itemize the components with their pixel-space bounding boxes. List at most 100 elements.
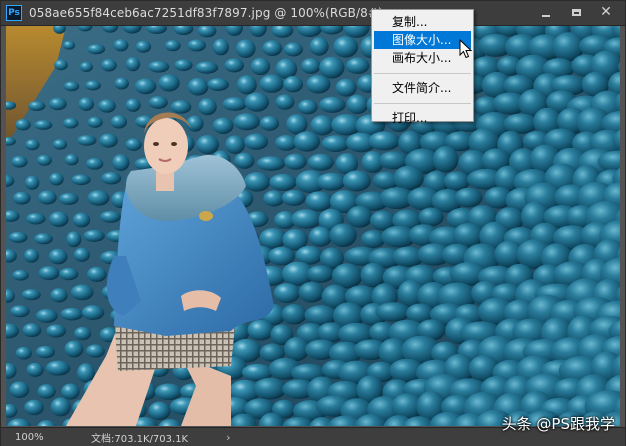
- pebble: [235, 39, 256, 58]
- pebble: [125, 138, 142, 151]
- pebble: [125, 57, 141, 72]
- pebble: [244, 92, 270, 112]
- document-title: 058ae655f84ceb6ac7251df83f7897.jpg @ 100…: [29, 6, 383, 20]
- pebble: [345, 57, 370, 74]
- pebble: [46, 324, 67, 338]
- pebble: [58, 192, 79, 205]
- maximize-button[interactable]: [563, 4, 589, 21]
- pebble: [273, 283, 301, 304]
- image-canvas[interactable]: [6, 26, 620, 426]
- pebble: [45, 360, 71, 376]
- pebble: [23, 248, 40, 263]
- pebble: [101, 172, 122, 185]
- pebble: [164, 40, 181, 52]
- pebble: [298, 281, 325, 303]
- pebble: [62, 40, 76, 50]
- pebble: [15, 346, 32, 360]
- pebble: [26, 362, 44, 377]
- pebble: [196, 135, 220, 155]
- pebble: [34, 120, 53, 130]
- menu-item-canvas-size[interactable]: 画布大小...: [372, 49, 473, 67]
- pebble: [26, 213, 46, 225]
- pebble: [21, 289, 41, 301]
- pebble: [418, 207, 444, 227]
- pebble: [135, 40, 152, 53]
- pebble: [8, 231, 28, 243]
- pebble: [212, 38, 229, 56]
- pebble: [49, 172, 64, 186]
- pebble: [37, 384, 56, 399]
- menu-item-duplicate[interactable]: 复制...: [372, 13, 473, 31]
- pebble: [77, 363, 95, 383]
- menu-item-file-info[interactable]: 文件简介...: [372, 79, 473, 97]
- pebble: [11, 155, 28, 168]
- pebble: [59, 267, 79, 281]
- zoom-level[interactable]: 100%: [1, 432, 45, 443]
- pebble: [87, 190, 110, 206]
- mouse-cursor-icon: [459, 39, 473, 59]
- pebble: [224, 58, 245, 73]
- pebble: [281, 304, 307, 325]
- minimize-icon: [542, 14, 550, 17]
- window-controls: ✕: [533, 4, 619, 21]
- watermark: 头条 @PS跟我学: [501, 415, 615, 433]
- pebble: [50, 397, 71, 417]
- pebble: [86, 344, 105, 358]
- pebble: [84, 80, 102, 91]
- title-bar[interactable]: Ps 058ae655f84ceb6ac7251df83f7897.jpg @ …: [1, 1, 625, 26]
- pebble: [125, 98, 141, 112]
- pebble: [25, 139, 40, 151]
- pebble: [268, 246, 296, 266]
- pebble: [256, 156, 286, 171]
- pebble: [300, 58, 321, 74]
- menu-item-image-size[interactable]: 图像大小...: [374, 31, 471, 49]
- pebble: [244, 133, 269, 150]
- status-menu-arrow[interactable]: ›: [226, 431, 230, 444]
- pebble: [233, 113, 260, 131]
- pebble: [158, 74, 180, 92]
- pebble: [319, 96, 346, 113]
- pebble: [293, 131, 321, 152]
- pebble: [148, 96, 168, 109]
- pebble: [297, 99, 318, 115]
- pebble: [64, 340, 84, 358]
- pebble: [283, 42, 303, 57]
- pebble: [186, 115, 204, 132]
- pebble: [259, 228, 287, 249]
- pebble: [100, 59, 117, 72]
- pebble: [259, 74, 284, 93]
- pebble: [243, 172, 271, 192]
- pebble: [393, 165, 424, 191]
- pebble: [28, 101, 46, 111]
- pebble: [148, 60, 170, 73]
- pebble: [114, 77, 129, 90]
- pebble: [64, 154, 79, 166]
- minimize-button[interactable]: [533, 4, 559, 21]
- pebble: [503, 113, 539, 134]
- pebble: [79, 61, 93, 72]
- menu-item-print[interactable]: 打印...: [372, 109, 473, 127]
- pebble: [198, 98, 217, 116]
- pebble: [170, 100, 192, 114]
- pebble: [284, 153, 307, 170]
- pebble: [113, 39, 129, 52]
- pebble: [85, 157, 104, 170]
- pebble: [306, 265, 334, 283]
- menu-separator: [374, 73, 471, 74]
- pebble: [308, 226, 333, 247]
- pebble: [81, 305, 105, 320]
- pebble: [60, 307, 84, 321]
- pebble: [72, 212, 91, 228]
- pebble: [73, 326, 92, 341]
- pebble: [98, 99, 116, 113]
- close-icon: ✕: [600, 4, 612, 20]
- pebble: [307, 153, 334, 171]
- pebble: [48, 97, 67, 111]
- pebble: [335, 78, 357, 97]
- pebble: [454, 187, 483, 208]
- pebble: [269, 173, 297, 191]
- pebble: [87, 44, 106, 55]
- pebble: [61, 383, 80, 400]
- close-button[interactable]: ✕: [593, 4, 619, 21]
- pebble: [291, 209, 322, 229]
